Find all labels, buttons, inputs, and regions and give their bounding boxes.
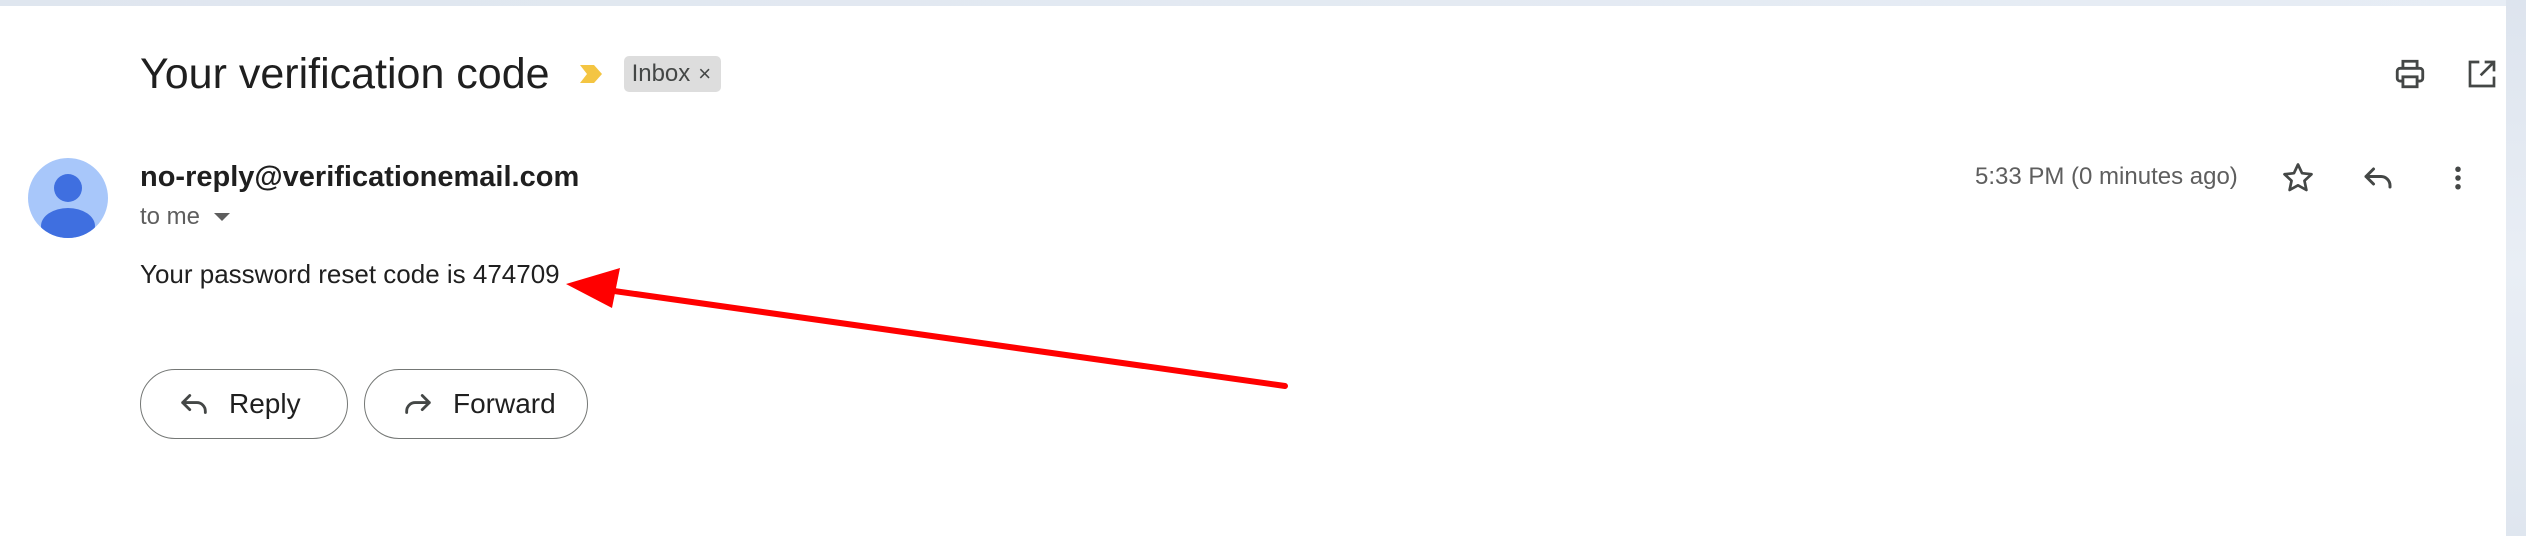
more-vert-icon <box>2455 166 2461 190</box>
print-button[interactable] <box>2386 50 2434 98</box>
email-subject: Your verification code <box>140 49 550 98</box>
forward-icon <box>405 394 431 414</box>
importance-marker-icon[interactable] <box>578 62 604 86</box>
message-timestamp: 5:33 PM (0 minutes ago) <box>1975 163 2238 190</box>
subject-row: Your verification code Inbox × <box>140 44 722 104</box>
sender-email[interactable]: no-reply@verificationemail.com <box>140 161 579 194</box>
forward-button[interactable]: Forward <box>364 369 588 439</box>
person-icon <box>41 174 95 238</box>
open-in-new-window-button[interactable] <box>2458 50 2506 98</box>
recipient-label: to me <box>140 203 201 230</box>
print-icon <box>2395 59 2425 89</box>
open-in-new-window-icon <box>2468 60 2496 88</box>
label-chip-inbox: Inbox × <box>623 56 722 92</box>
recipient-details-toggle[interactable]: to me <box>140 203 231 231</box>
forward-button-label: Forward <box>453 388 556 419</box>
reply-icon <box>181 394 207 414</box>
message-body: Your password reset code is 474709 <box>140 259 560 289</box>
window-edge <box>2506 0 2526 536</box>
avatar[interactable] <box>28 158 108 238</box>
reply-button-label: Reply <box>229 388 301 419</box>
more-options-button[interactable] <box>2434 154 2482 202</box>
label-chip-text: Inbox <box>631 60 691 87</box>
star-button[interactable] <box>2274 154 2322 202</box>
reply-icon <box>2364 167 2392 189</box>
reply-button[interactable]: Reply <box>140 369 348 439</box>
reply-button-header[interactable] <box>2354 154 2402 202</box>
chevron-down-icon <box>214 213 231 221</box>
star-icon <box>2283 163 2313 192</box>
remove-label-button[interactable]: × <box>698 61 711 87</box>
